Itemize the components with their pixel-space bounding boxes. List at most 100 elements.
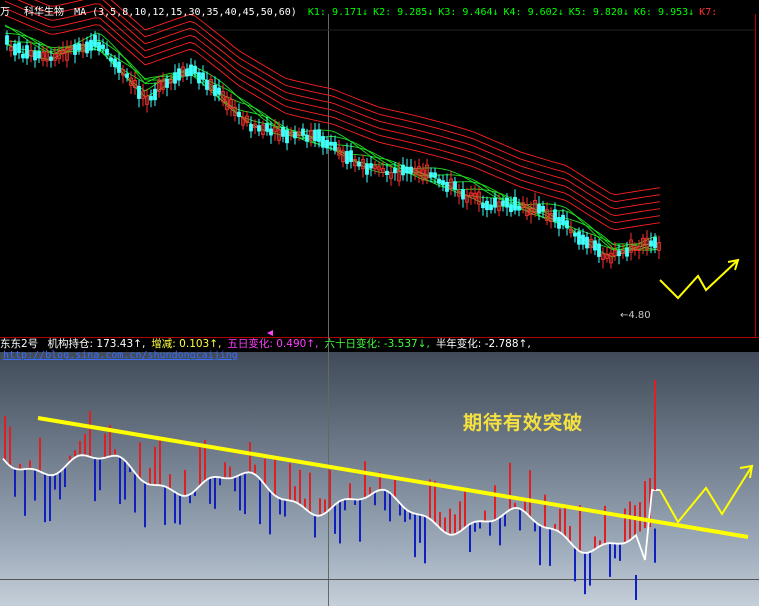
k-value-2: K2: 9.285↓ bbox=[373, 7, 434, 18]
indicator-value-3: 五日变化: 0.490↑, bbox=[227, 338, 319, 350]
candle-body bbox=[109, 57, 113, 62]
candle-body bbox=[357, 161, 361, 167]
candle-body bbox=[453, 181, 457, 190]
k-value-7: K7: bbox=[699, 7, 718, 18]
candle-body bbox=[213, 84, 217, 96]
candle-body bbox=[445, 181, 449, 192]
candle-body bbox=[117, 61, 121, 73]
candle-body bbox=[429, 172, 433, 178]
candle-body bbox=[89, 39, 93, 51]
candle-body bbox=[217, 87, 221, 95]
candle-body bbox=[441, 180, 445, 185]
candle-body bbox=[493, 197, 497, 208]
candle-body bbox=[321, 136, 325, 148]
stock-title: 科华生物 bbox=[24, 7, 65, 18]
chart-svg bbox=[0, 0, 759, 606]
candle-body bbox=[593, 240, 597, 251]
indicator-name: MA (3,5,8,10,12,15,30,35,40,45,50,60) bbox=[74, 7, 297, 18]
candle-body bbox=[557, 217, 561, 229]
candle-body bbox=[285, 129, 289, 144]
candle-body bbox=[325, 140, 329, 149]
candle-body bbox=[369, 163, 373, 169]
indicator-title: 东东2号 bbox=[0, 338, 39, 350]
candle-body bbox=[333, 141, 337, 151]
candle-body bbox=[537, 204, 541, 214]
k-value-5: K5: 9.820↓ bbox=[568, 7, 629, 18]
candle-body bbox=[553, 209, 557, 222]
candle-body bbox=[317, 129, 321, 142]
candle-body bbox=[509, 204, 513, 213]
candle-body bbox=[581, 234, 585, 245]
candle-body bbox=[597, 243, 601, 257]
candle-body bbox=[185, 68, 189, 77]
candle-body bbox=[513, 196, 517, 211]
candle-body bbox=[37, 50, 41, 59]
candle-body bbox=[433, 172, 437, 178]
candle-body bbox=[617, 250, 621, 257]
candle-body bbox=[489, 204, 493, 211]
candle-body bbox=[105, 48, 109, 55]
candle-body bbox=[5, 35, 9, 45]
candle-body bbox=[577, 231, 581, 245]
candle-body bbox=[189, 64, 193, 76]
candle-body bbox=[137, 86, 141, 99]
ma-red-line bbox=[4, 0, 661, 217]
candle-body bbox=[461, 189, 465, 200]
candle-body bbox=[393, 168, 397, 174]
candle-body bbox=[85, 41, 89, 54]
indicator-value-1: 机构持仓: 173.43↑, bbox=[47, 338, 146, 350]
candle-body bbox=[17, 42, 21, 54]
indicator-value-2: 增减: 0.103↑, bbox=[151, 338, 222, 350]
k-value-3: K3: 9.464↓ bbox=[438, 7, 499, 18]
low-price-label: ←4.80 bbox=[620, 310, 651, 321]
candle-body bbox=[541, 205, 545, 212]
candle-body bbox=[177, 68, 181, 81]
indicator-value-5: 半年变化: -2.788↑, bbox=[435, 338, 531, 350]
ma-red-line bbox=[17, 0, 661, 210]
candle-body bbox=[77, 43, 81, 51]
candle-body bbox=[165, 78, 169, 88]
ma-red-line bbox=[110, 0, 661, 196]
candle-body bbox=[585, 236, 589, 249]
candle-body bbox=[101, 44, 105, 49]
candle-body bbox=[153, 88, 157, 101]
candle-body bbox=[653, 236, 657, 249]
chart-window: 万 科华生物 MA (3,5,8,10,12,15,30,35,40,45,50… bbox=[0, 0, 759, 606]
app-prefix: 万 bbox=[0, 7, 10, 18]
indicator-values: 机构持仓: 173.43↑, 增减: 0.103↑, 五日变化: 0.490↑, 六十… bbox=[42, 338, 531, 350]
annotation-text: 期待有效突破 bbox=[463, 412, 584, 434]
candle-body bbox=[405, 166, 409, 174]
k-values: K1: 9.171↓ K2: 9.285↓ K3: 9.464↓ K4: 9.602↓… bbox=[303, 7, 717, 18]
candle-body bbox=[561, 214, 565, 225]
candle-body bbox=[281, 126, 285, 137]
candle-body bbox=[173, 72, 177, 84]
candle-body bbox=[197, 72, 201, 84]
blog-link[interactable]: http://blog.sina.com.cn/shundongcaijing bbox=[3, 350, 238, 361]
candle-body bbox=[265, 123, 269, 132]
candle-body bbox=[409, 166, 413, 174]
candle-body bbox=[205, 79, 209, 90]
projection-arrow-top bbox=[659, 259, 739, 300]
candle-body bbox=[193, 65, 197, 74]
projection-arrow-bottom bbox=[659, 465, 753, 524]
candle-body bbox=[625, 248, 629, 257]
indicator-value-4: 六十日变化: -3.537↓, bbox=[324, 338, 430, 350]
candle-body bbox=[573, 232, 577, 237]
price-header: 万 科华生物 MA (3,5,8,10,12,15,30,35,40,45,50… bbox=[0, 6, 717, 19]
candle-body bbox=[97, 41, 101, 52]
candle-body bbox=[481, 203, 485, 209]
candle-body bbox=[49, 56, 53, 61]
candle-body bbox=[517, 205, 521, 211]
candle-body bbox=[237, 111, 241, 117]
candle-body bbox=[505, 197, 509, 208]
candle-body bbox=[73, 44, 77, 55]
candle-body bbox=[21, 53, 25, 59]
candle-body bbox=[365, 163, 369, 175]
candle-body bbox=[257, 125, 261, 132]
candle-body bbox=[329, 141, 333, 146]
candle-body bbox=[313, 129, 317, 142]
candle-body bbox=[201, 72, 205, 80]
cursor-marker bbox=[267, 330, 273, 336]
candle-body bbox=[385, 170, 389, 175]
candle-body bbox=[305, 134, 309, 142]
